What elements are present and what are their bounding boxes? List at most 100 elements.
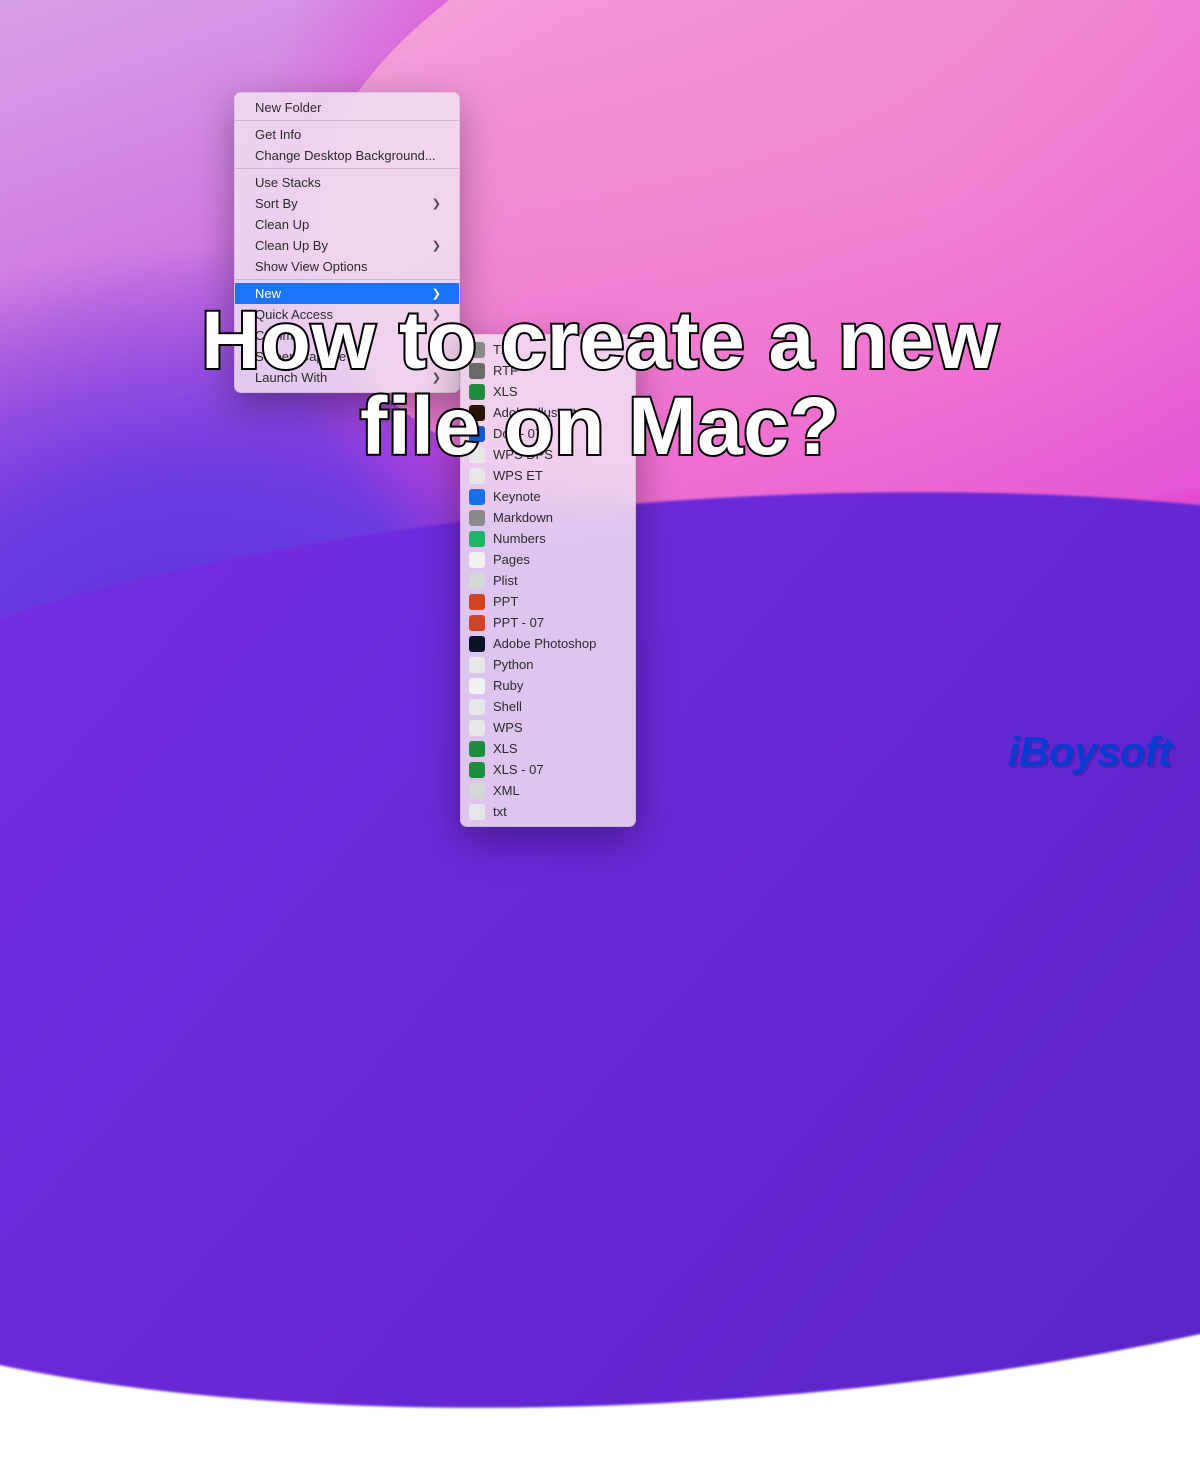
file-type-icon (469, 699, 485, 715)
submenu-item-xls[interactable]: XLS (461, 381, 635, 402)
file-type-icon (469, 615, 485, 631)
chevron-right-icon: ❯ (432, 287, 441, 300)
submenu-item-label: RTF (493, 363, 518, 378)
file-type-icon (469, 741, 485, 757)
menu-item-label: Show View Options (255, 259, 441, 274)
submenu-item-label: Python (493, 657, 533, 672)
submenu-item-wps-et[interactable]: WPS ET (461, 465, 635, 486)
submenu-item-label: XLS (493, 741, 518, 756)
submenu-item-label: Numbers (493, 531, 546, 546)
logo-text: Boysoft (1019, 728, 1172, 775)
file-type-icon (469, 762, 485, 778)
menu-item-label: Common (255, 328, 432, 343)
submenu-item-label: Shell (493, 699, 522, 714)
file-type-icon (469, 468, 485, 484)
submenu-item-label: Markdown (493, 510, 553, 525)
submenu-item-label: XLS - 07 (493, 762, 544, 777)
submenu-item-label: Keynote (493, 489, 541, 504)
submenu-item-wps-dps[interactable]: WPS DPS (461, 444, 635, 465)
submenu-item-label: WPS (493, 720, 523, 735)
submenu-item-label: Ruby (493, 678, 523, 693)
file-type-icon (469, 489, 485, 505)
file-type-icon (469, 447, 485, 463)
submenu-item-markdown[interactable]: Markdown (461, 507, 635, 528)
submenu-item-adobe-illustrator[interactable]: Adobe Illustrator (461, 402, 635, 423)
menu-item-show-view-options[interactable]: Show View Options (235, 256, 459, 277)
menu-item-sort-by[interactable]: Sort By❯ (235, 193, 459, 214)
submenu-item-label: XLS (493, 384, 518, 399)
file-type-icon (469, 783, 485, 799)
submenu-item-label: XML (493, 783, 520, 798)
submenu-item-wps[interactable]: WPS (461, 717, 635, 738)
submenu-item-shell[interactable]: Shell (461, 696, 635, 717)
submenu-item-label: TXT (493, 342, 518, 357)
menu-item-quick-access[interactable]: Quick Access❯ (235, 304, 459, 325)
submenu-item-ppt[interactable]: PPT (461, 591, 635, 612)
submenu-item-doc-07[interactable]: Doc - 07 (461, 423, 635, 444)
file-type-icon (469, 363, 485, 379)
file-type-icon (469, 531, 485, 547)
menu-item-label: Screen Capture (255, 349, 432, 364)
menu-item-new[interactable]: New❯ (235, 283, 459, 304)
submenu-item-label: Pages (493, 552, 530, 567)
submenu-item-xls[interactable]: XLS (461, 738, 635, 759)
menu-item-clean-up-by[interactable]: Clean Up By❯ (235, 235, 459, 256)
context-menu: New Folder Get Info Change Desktop Backgro… (234, 92, 460, 393)
menu-item-get-info[interactable]: Get Info (235, 124, 459, 145)
submenu-item-label: WPS DPS (493, 447, 553, 462)
submenu-item-keynote[interactable]: Keynote (461, 486, 635, 507)
menu-item-label: Clean Up (255, 217, 441, 232)
submenu-item-label: Adobe Illustrator (493, 405, 588, 420)
menu-item-new-folder[interactable]: New Folder (235, 97, 459, 118)
submenu-item-python[interactable]: Python (461, 654, 635, 675)
menu-item-change-desktop-background[interactable]: Change Desktop Background... (235, 145, 459, 166)
submenu-item-adobe-photoshop[interactable]: Adobe Photoshop (461, 633, 635, 654)
file-type-icon (469, 657, 485, 673)
menu-item-label: Quick Access (255, 307, 432, 322)
menu-item-label: Get Info (255, 127, 441, 142)
chevron-right-icon: ❯ (432, 308, 441, 321)
chevron-right-icon: ❯ (432, 350, 441, 363)
file-type-icon (469, 594, 485, 610)
menu-item-label: Sort By (255, 196, 432, 211)
menu-item-label: New Folder (255, 100, 441, 115)
menu-item-label: Launch With (255, 370, 432, 385)
file-type-icon (469, 573, 485, 589)
submenu-item-xls-07[interactable]: XLS - 07 (461, 759, 635, 780)
chevron-right-icon: ❯ (432, 239, 441, 252)
submenu-item-ppt-07[interactable]: PPT - 07 (461, 612, 635, 633)
file-type-icon (469, 342, 485, 358)
menu-item-label: Clean Up By (255, 238, 432, 253)
menu-item-label: Change Desktop Background... (255, 148, 441, 163)
submenu-item-plist[interactable]: Plist (461, 570, 635, 591)
submenu-item-ruby[interactable]: Ruby (461, 675, 635, 696)
submenu-item-label: WPS ET (493, 468, 543, 483)
file-type-icon (469, 678, 485, 694)
submenu-item-label: txt (493, 804, 507, 819)
submenu-item-xml[interactable]: XML (461, 780, 635, 801)
submenu-item-label: Doc - 07 (493, 426, 542, 441)
menu-item-clean-up[interactable]: Clean Up (235, 214, 459, 235)
menu-item-screen-capture[interactable]: Screen Capture❯ (235, 346, 459, 367)
file-type-icon (469, 552, 485, 568)
menu-item-launch-with[interactable]: Launch With❯ (235, 367, 459, 388)
file-type-icon (469, 510, 485, 526)
submenu-item-rtf[interactable]: RTF (461, 360, 635, 381)
submenu-item-pages[interactable]: Pages (461, 549, 635, 570)
menu-item-common[interactable]: Common❯ (235, 325, 459, 346)
file-type-icon (469, 720, 485, 736)
menu-item-label: New (255, 286, 432, 301)
submenu-item-numbers[interactable]: Numbers (461, 528, 635, 549)
brand-logo: iBoysoft (1008, 728, 1172, 776)
file-type-icon (469, 426, 485, 442)
submenu-item-label: PPT - 07 (493, 615, 544, 630)
chevron-right-icon: ❯ (432, 197, 441, 210)
file-type-icon (469, 405, 485, 421)
submenu-item-label: PPT (493, 594, 518, 609)
chevron-right-icon: ❯ (432, 371, 441, 384)
menu-item-label: Use Stacks (255, 175, 441, 190)
menu-item-use-stacks[interactable]: Use Stacks (235, 172, 459, 193)
submenu-item-txt[interactable]: TXT (461, 339, 635, 360)
logo-dot-icon: i (1008, 728, 1019, 775)
submenu-item-txt[interactable]: txt (461, 801, 635, 822)
